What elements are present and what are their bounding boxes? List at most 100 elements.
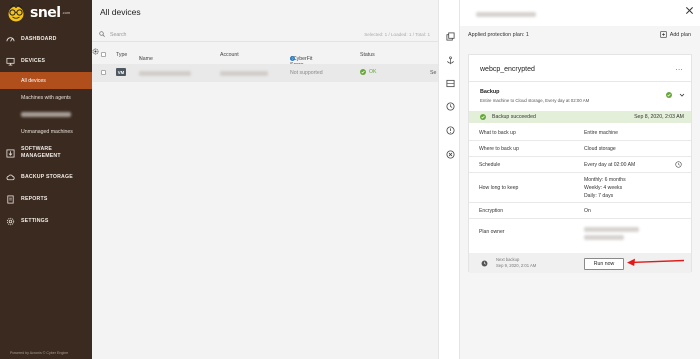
detail-value: On [584,208,591,214]
action-strip [438,0,460,359]
schedule-clock-icon[interactable] [675,161,682,168]
nav-devices-label: DEVICES [21,57,46,64]
detail-key: Plan owner [479,229,505,235]
next-backup-label: Next backup [496,257,520,262]
plan-owner-value [584,235,624,240]
backup-status-text: Backup succeeded [492,114,536,120]
add-plan-label: Add plan [669,31,691,38]
detail-row: Encryption On [469,203,691,219]
page-title: All devices [100,7,141,17]
plan-details: What to back up Entire machine Where to … [469,125,691,253]
strip-delete[interactable] [444,148,456,160]
strip-recovery[interactable] [444,54,456,66]
panel-header [460,0,700,26]
cloud-storage-icon [6,174,15,180]
nav-all-devices[interactable]: All devices [0,72,92,89]
detail-row: How long to keep Monthly: 6 months Weekl… [469,173,691,203]
add-plan-button[interactable]: Add plan [660,31,691,38]
plan-card: webcp_encrypted ... Backup Entire machin… [468,54,692,273]
reports-icon [7,194,14,204]
backup-status-time: Sep 8, 2020, 2:03 AM [634,114,684,120]
brand-name: snel [30,5,61,21]
nav-unmanaged-machines[interactable]: Unmanaged machines [0,123,92,140]
detail-key: Encryption [479,208,504,214]
detail-value: Weekly: 4 weeks [584,185,623,191]
plan-owner-value [584,227,639,232]
nav-devices[interactable]: DEVICES [0,50,92,72]
detail-row: Plan owner [469,219,691,253]
nav-backup-storage[interactable]: BACKUP STORAGE [0,166,92,188]
strip-protect[interactable] [444,30,456,42]
nav-dashboard[interactable]: DASHBOARD [0,28,92,50]
nav-machines-with-agents[interactable]: Machines with agents [0,89,92,106]
detail-row: Schedule Every day at 02:00 AM [469,157,691,173]
column-settings-icon[interactable] [92,48,99,55]
sidebar-footer: Powered by Acronis © Cyber Engine [10,351,69,355]
device-name [139,71,191,76]
nav-blurred-group[interactable] [0,106,92,123]
software-download-icon [6,148,15,158]
backup-status-bar: Backup succeeded Sep 8, 2020, 2:03 AM [469,111,691,123]
copy-icon [445,31,455,41]
table-header: Type Name ↑ Account #CyberFit Score ? St… [92,48,438,68]
plan-name: webcp_encrypted [480,66,535,73]
close-icon[interactable] [685,6,694,15]
drive-icon [445,79,455,87]
detail-value: Monthly: 6 months [584,177,626,183]
next-backup-bar: Next backup Sep 9, 2020, 2:01 AM Run now [469,253,691,273]
more-options-icon[interactable]: ... [676,65,683,72]
nav-software-management[interactable]: SOFTWARE MANAGEMENT [0,140,92,166]
sidebar: snel .com DASHBOARD DEVICES All devices … [0,0,92,359]
backup-module-title: Backup [480,89,500,95]
red-arrow-annotation [627,258,685,266]
detail-key: How long to keep [479,185,519,191]
row-overflow-text: Se [430,70,437,76]
nav-software-management-label: SOFTWARE MANAGEMENT [21,146,61,159]
select-all-checkbox[interactable] [101,52,106,57]
applied-plans-label: Applied protection plan: 1 [468,32,529,38]
divider [469,81,691,82]
backup-ok-icon [666,92,672,98]
run-now-button[interactable]: Run now [584,258,624,270]
col-type[interactable]: Type [116,52,127,58]
backup-module-desc: Entire machine to Cloud storage, Every d… [480,98,590,103]
search-input[interactable] [110,29,230,40]
remove-icon [445,149,455,159]
strip-storage[interactable] [444,77,456,89]
col-status[interactable]: Status [360,52,375,58]
row-checkbox[interactable] [101,70,106,75]
dashboard-icon [6,36,15,42]
anchor-icon [446,55,454,64]
brand-suffix: .com [61,10,71,15]
search-bar: Selected: 1 / Loaded: 1 / Total: 1 [92,27,438,42]
nav-reports[interactable]: REPORTS [0,188,92,210]
monitor-icon [6,57,15,66]
strip-alerts[interactable] [444,124,456,136]
search-icon [99,31,105,37]
detail-key: Where to back up [479,146,519,152]
panel-device-name [476,12,536,17]
protection-panel: Applied protection plan: 1 Add plan webc… [460,0,700,359]
nav-backup-storage-label: BACKUP STORAGE [21,173,73,180]
add-icon [660,31,667,38]
mascot-icon [8,4,24,22]
strip-activities[interactable] [444,100,456,112]
next-backup-time: Sep 9, 2020, 2:01 AM [496,263,537,268]
next-backup-clock-icon [481,260,488,267]
detail-row: What to back up Entire machine [469,125,691,141]
detail-row: Where to back up Cloud storage [469,141,691,157]
clock-icon [445,101,455,111]
gear-icon [6,217,15,225]
col-account[interactable]: Account [220,52,239,58]
cyberfit-score: Not supported [290,70,323,76]
info-icon: ? [290,56,295,61]
selection-info: Selected: 1 / Loaded: 1 / Total: 1 [364,32,430,37]
alert-icon [445,125,455,135]
nav-settings-label: SETTINGS [21,217,49,224]
table-row[interactable]: VM Not supported OK Se [92,64,438,82]
brand-logo[interactable]: snel .com [0,0,92,26]
nav-reports-label: REPORTS [21,195,48,202]
device-account [220,71,268,76]
nav-settings[interactable]: SETTINGS [0,210,92,232]
chevron-down-icon[interactable] [679,92,685,98]
